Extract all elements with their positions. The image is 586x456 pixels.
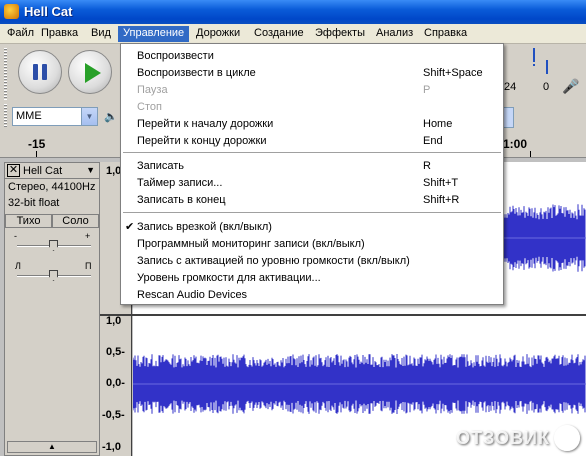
pan-slider-thumb[interactable] [49, 270, 58, 281]
menu-item-label: Воспроизвести [137, 50, 214, 62]
audio-host-value: MME [16, 110, 42, 122]
menu-item[interactable]: Записать в конец Shift+R [121, 192, 503, 209]
meter-scale-label: 0 [543, 81, 550, 93]
menu-item[interactable]: Стоп [121, 99, 503, 116]
menu-item-shortcut: Shift+R [423, 194, 460, 206]
menu-generate[interactable]: Создание [249, 26, 309, 42]
menu-item[interactable]: Воспроизвести [121, 48, 503, 65]
ruler-tick [36, 151, 37, 157]
menu-item[interactable]: Пауза P [121, 82, 503, 99]
ruler-label: -15 [28, 137, 46, 151]
pan-left-label: Л [15, 261, 21, 271]
menu-tracks[interactable]: Дорожки [191, 26, 245, 42]
scale-label: -0,5- [102, 409, 125, 421]
menu-item-shortcut: R [423, 160, 431, 172]
menu-item[interactable]: Записать R [121, 158, 503, 175]
title-bar: Hell Cat [0, 0, 586, 24]
meter-bar [533, 64, 535, 66]
menu-item[interactable]: Таймер записи... Shift+T [121, 175, 503, 192]
menu-item-label: Программный мониторинг записи (вкл/выкл) [137, 238, 365, 250]
close-track-button[interactable]: ✕ [7, 164, 20, 177]
menu-item-label: Записать [137, 160, 185, 172]
menu-item-label: Стоп [137, 101, 162, 113]
menu-help[interactable]: Справка [419, 26, 472, 42]
watermark-badge-icon [554, 425, 580, 451]
mute-button[interactable]: Тихо [5, 214, 52, 228]
track-format: Стерео, 44100Hz [8, 181, 96, 193]
device-toolbar-grip[interactable] [4, 104, 7, 128]
menu-item-shortcut: Home [423, 118, 453, 130]
ruler-label: 1:00 [503, 137, 528, 151]
menu-effects[interactable]: Эффекты [310, 26, 370, 42]
pause-icon [33, 64, 47, 80]
gain-slider-thumb[interactable] [49, 240, 58, 251]
meter-scale-label: 24 [504, 81, 517, 93]
app-icon [4, 4, 19, 19]
gain-minus-label: - [14, 231, 17, 241]
menu-separator [123, 212, 501, 213]
control-menu-dropdown: Воспроизвести Воспроизвести в цикле Shift+… [120, 43, 504, 305]
menu-item-shortcut: P [423, 84, 431, 96]
menu-separator [123, 152, 501, 153]
menu-item-label: Уровень громкости для активации... [137, 272, 321, 284]
menu-item-label: Перейти к началу дорожки [137, 118, 274, 130]
scale-label: 0,0- [106, 377, 125, 389]
ruler-tick [530, 151, 531, 157]
menu-item[interactable]: Rescan Audio Devices [121, 287, 503, 304]
menu-item[interactable]: Уровень громкости для активации... [121, 270, 503, 287]
gain-plus-label: + [85, 231, 91, 241]
track-name[interactable]: Hell Cat [23, 165, 62, 177]
speaker-icon: 🔈 [104, 111, 118, 123]
menu-item[interactable]: Запись с активацией по уровню громкости … [121, 253, 503, 270]
menu-item-label: Запись с активацией по уровню громкости … [137, 255, 410, 267]
chevron-down-icon[interactable]: ▼ [81, 108, 97, 125]
solo-button[interactable]: Соло [52, 214, 99, 228]
track-bit-depth: 32-bit float [8, 197, 60, 209]
menu-analyze[interactable]: Анализ [371, 26, 418, 42]
scale-label: -1,0 [102, 441, 121, 453]
menu-item-label: Перейти к концу дорожки [137, 135, 267, 147]
track-menu-chevron-icon[interactable]: ▼ [86, 165, 95, 175]
track-control-panel: ✕ Hell Cat ▼ Стерео, 44100Hz 32-bit floa… [4, 162, 100, 456]
meter-bar [533, 48, 535, 62]
menu-item-label: Записать в конец [137, 194, 226, 206]
toolbar-grip[interactable] [4, 48, 7, 100]
menu-item-label: Запись врезкой (вкл/выкл) [137, 221, 272, 233]
menu-item-label: Пауза [137, 84, 168, 96]
scale-label: 1,0 [106, 315, 122, 327]
menu-view[interactable]: Вид [86, 26, 116, 42]
menu-control[interactable]: Управление [118, 26, 190, 42]
menu-item-label: Воспроизвести в цикле [137, 67, 256, 79]
menu-file[interactable]: Файл [2, 26, 39, 42]
menu-item[interactable]: Перейти к концу дорожки End [121, 133, 503, 150]
collapse-track-button[interactable]: ▲ [7, 441, 97, 453]
scale-label: 0,5- [106, 346, 125, 358]
window-title: Hell Cat [24, 4, 73, 19]
watermark: ОТЗОВИК [456, 428, 550, 448]
menu-item-shortcut: End [423, 135, 443, 147]
menu-item[interactable]: Воспроизвести в цикле Shift+Space [121, 65, 503, 82]
pan-right-label: П [85, 261, 92, 271]
track-header: ✕ Hell Cat ▼ [5, 163, 99, 179]
menu-item[interactable]: Программный мониторинг записи (вкл/выкл) [121, 236, 503, 253]
menu-edit[interactable]: Правка [36, 26, 83, 42]
menu-item-label: Rescan Audio Devices [137, 289, 248, 301]
menu-item[interactable]: ✔ Запись врезкой (вкл/выкл) [121, 219, 503, 236]
scale-label: 1,0 [106, 165, 122, 177]
menu-item-label: Таймер записи... [137, 177, 223, 189]
meter-bar [546, 60, 548, 74]
menu-item[interactable]: Перейти к началу дорожки Home [121, 116, 503, 133]
play-button[interactable] [68, 50, 112, 94]
audio-host-select[interactable]: MME ▼ [12, 107, 98, 126]
menu-item-shortcut: Shift+T [423, 177, 459, 189]
menu-bar: Файл Правка Вид Управление Дорожки Созда… [0, 24, 586, 44]
play-icon [85, 63, 101, 83]
microphone-icon: 🎤 [562, 78, 580, 94]
menu-item-shortcut: Shift+Space [423, 67, 483, 79]
pause-button[interactable] [18, 50, 62, 94]
checkmark-icon: ✔ [125, 221, 135, 233]
